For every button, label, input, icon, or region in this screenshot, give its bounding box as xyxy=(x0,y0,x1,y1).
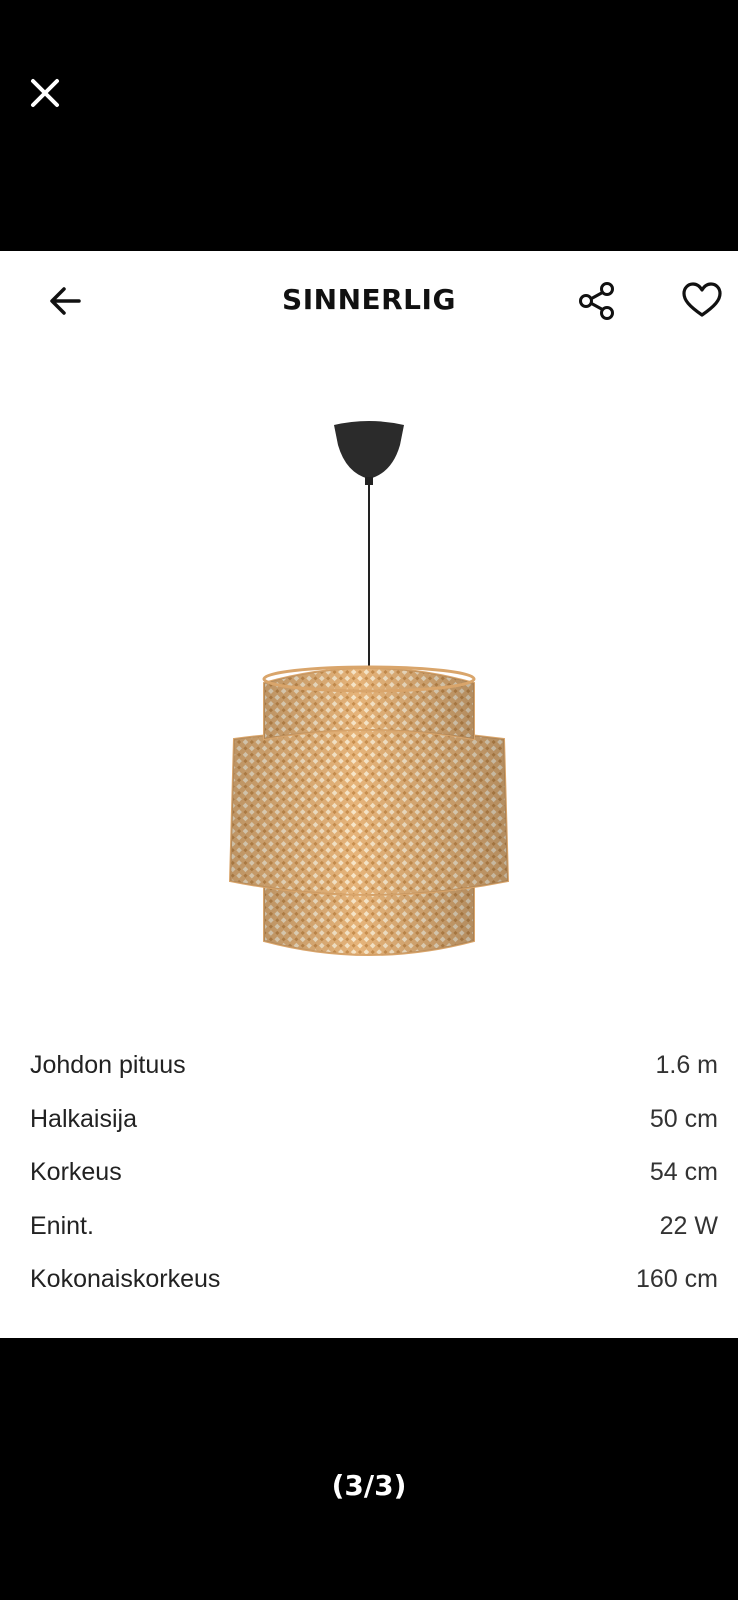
spec-value: 160 cm xyxy=(636,1265,718,1294)
spec-row-total-height: Kokonaiskorkeus 160 cm xyxy=(30,1253,718,1307)
product-info-card: SINNERLIG Johdon pituus 1.6 m Halkaisija… xyxy=(0,251,738,1338)
spec-label: Enint. xyxy=(30,1211,94,1240)
image-counter: (3/3) xyxy=(331,1468,407,1502)
spec-row-height: Korkeus 54 cm xyxy=(30,1146,718,1200)
top-bar: SINNERLIG xyxy=(0,251,738,349)
favorite-button[interactable] xyxy=(677,276,727,326)
spec-label: Korkeus xyxy=(30,1158,122,1187)
spec-value: 22 W xyxy=(659,1211,718,1240)
spec-value: 1.6 m xyxy=(655,1051,718,1080)
share-icon xyxy=(579,282,614,320)
spec-row-max-wattage: Enint. 22 W xyxy=(30,1200,718,1254)
spec-label: Halkaisija xyxy=(30,1104,137,1133)
spec-value: 54 cm xyxy=(649,1158,718,1187)
specifications-list: Johdon pituus 1.6 m Halkaisija 50 cm Kor… xyxy=(30,1039,718,1307)
spec-label: Johdon pituus xyxy=(30,1051,186,1080)
spec-row-cord-length: Johdon pituus 1.6 m xyxy=(30,1039,718,1093)
product-image-pendant-lamp xyxy=(228,421,510,956)
close-icon xyxy=(31,79,59,107)
spec-row-diameter: Halkaisija 50 cm xyxy=(30,1093,718,1147)
spec-value: 50 cm xyxy=(649,1104,718,1133)
heart-icon xyxy=(682,282,722,317)
spec-label: Kokonaiskorkeus xyxy=(30,1265,221,1294)
close-button[interactable] xyxy=(26,74,64,112)
image-viewer: SINNERLIG Johdon pituus 1.6 m Halkaisija… xyxy=(0,0,738,1600)
share-button[interactable] xyxy=(572,276,622,326)
page-title: SINNERLIG xyxy=(282,283,456,316)
